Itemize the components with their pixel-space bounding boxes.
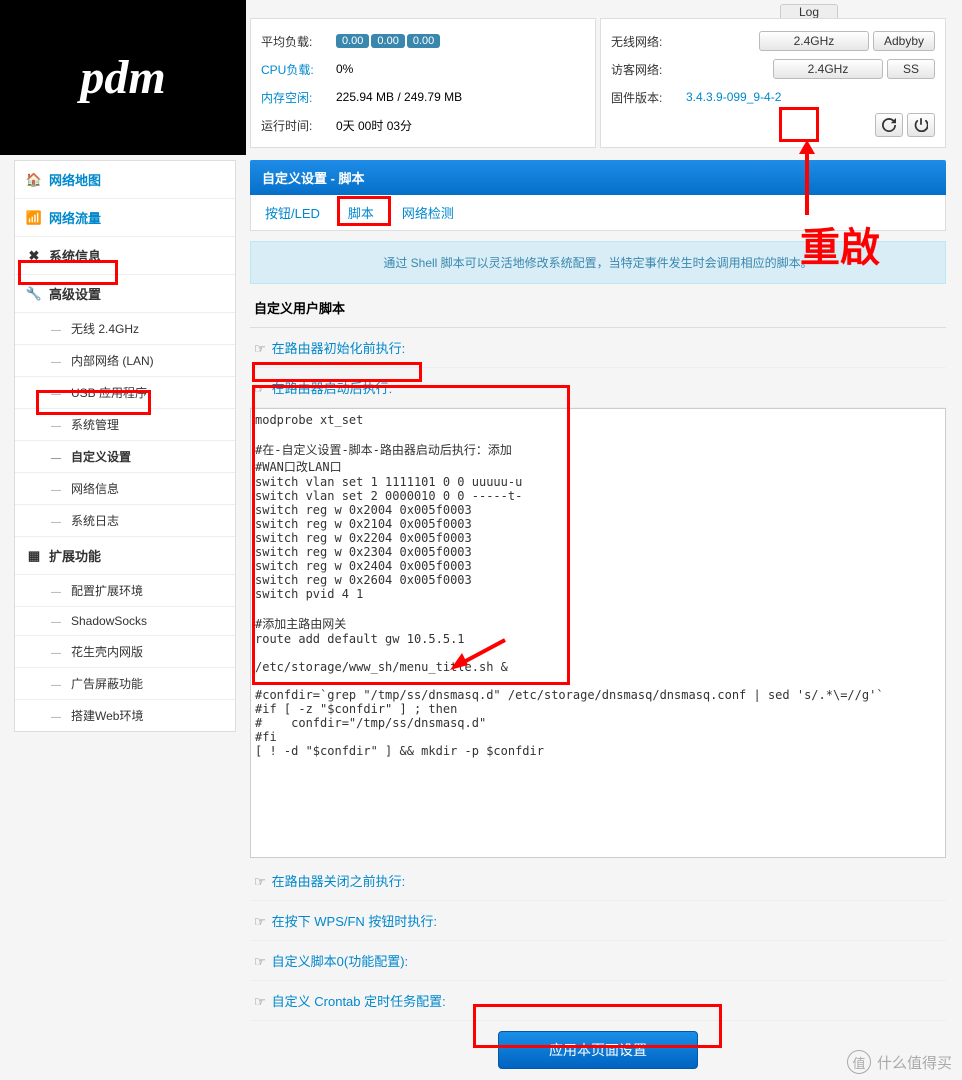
watermark-badge: 值	[847, 1050, 871, 1074]
nav-net-info[interactable]: 网络信息	[15, 472, 235, 504]
acc-init[interactable]: ☞在路由器初始化前执行:	[250, 328, 946, 368]
acc-crontab[interactable]: ☞自定义 Crontab 定时任务配置:	[250, 981, 946, 1021]
nav-sys-admin[interactable]: 系统管理	[15, 408, 235, 440]
power-button[interactable]	[907, 113, 935, 137]
cpu-load-label[interactable]: CPU负载:	[261, 61, 336, 78]
nav-usb[interactable]: USB 应用程序	[15, 376, 235, 408]
system-status-card: 平均负载: 0.00 0.00 0.00 CPU负载:0% 内存空闲:225.9…	[250, 18, 596, 148]
wireless-24ghz-button[interactable]: 2.4GHz	[759, 31, 869, 51]
power-icon	[914, 118, 928, 132]
mem-free-value: 225.94 MB / 249.79 MB	[336, 90, 462, 104]
guest-label: 访客网络:	[611, 61, 686, 78]
nav-shadowsocks[interactable]: ShadowSocks	[15, 606, 235, 635]
shuffle-icon: ✖	[25, 248, 43, 264]
grid-icon: ▦	[25, 548, 43, 564]
nav-lan[interactable]: 内部网络 (LAN)	[15, 344, 235, 376]
refresh-button[interactable]	[875, 113, 903, 137]
watermark: 值 什么值得买	[847, 1050, 952, 1074]
section-header: 自定义用户脚本	[250, 284, 946, 328]
nav-syslog[interactable]: 系统日志	[15, 504, 235, 536]
main-content: 自定义设置 - 脚本 按钮/LED 脚本 网络检测 通过 Shell 脚本可以灵…	[250, 160, 946, 1069]
ss-button[interactable]: SS	[887, 59, 935, 79]
firmware-version[interactable]: 3.4.3.9-099_9-4-2	[686, 90, 781, 104]
nav-adblock[interactable]: 广告屏蔽功能	[15, 667, 235, 699]
avg-load-label: 平均负载:	[261, 33, 336, 50]
adbyby-button[interactable]: Adbyby	[873, 31, 935, 51]
nav-oray[interactable]: 花生壳内网版	[15, 635, 235, 667]
watermark-text: 什么值得买	[877, 1052, 952, 1073]
tab-button-led[interactable]: 按钮/LED	[251, 195, 334, 230]
hand-icon: ☞	[254, 914, 266, 929]
hand-icon: ☞	[254, 954, 266, 969]
cpu-load-value: 0%	[336, 62, 353, 76]
load-badge-2: 0.00	[371, 34, 404, 48]
nav-extensions[interactable]: ▦扩展功能	[15, 536, 235, 574]
logo: pdm	[80, 50, 165, 105]
nav-wireless-24[interactable]: 无线 2.4GHz	[15, 312, 235, 344]
sidebar: 🏠网络地图 📶网络流量 ✖系统信息 🔧高级设置 无线 2.4GHz 内部网络 (…	[14, 160, 236, 732]
nav-custom-settings[interactable]: 自定义设置	[15, 440, 235, 472]
nav-web-env[interactable]: 搭建Web环境	[15, 699, 235, 731]
guest-24ghz-button[interactable]: 2.4GHz	[773, 59, 883, 79]
acc-wps[interactable]: ☞在按下 WPS/FN 按钮时执行:	[250, 901, 946, 941]
hand-icon: ☞	[254, 874, 266, 889]
tab-net-check[interactable]: 网络检测	[388, 195, 468, 230]
home-icon: 🏠	[25, 172, 43, 188]
hand-icon: ☞	[254, 381, 266, 396]
script-textarea[interactable]	[250, 408, 946, 858]
network-status-card: 无线网络: 2.4GHz Adbyby 访客网络: 2.4GHz SS 固件版本…	[600, 18, 946, 148]
annotation-restart: 重啟	[800, 215, 880, 273]
nav-network-map[interactable]: 🏠网络地图	[15, 161, 235, 198]
wrench-icon: 🔧	[25, 286, 43, 302]
hand-icon: ☞	[254, 341, 266, 356]
page-title: 自定义设置 - 脚本	[250, 160, 946, 195]
firmware-label: 固件版本:	[611, 89, 686, 106]
acc-shutdown[interactable]: ☞在路由器关闭之前执行:	[250, 861, 946, 901]
load-badge-3: 0.00	[407, 34, 440, 48]
nav-sysinfo[interactable]: ✖系统信息	[15, 236, 235, 274]
uptime-value: 0天 00时 03分	[336, 117, 412, 134]
traffic-icon: 📶	[25, 210, 43, 226]
tab-script[interactable]: 脚本	[334, 195, 388, 230]
hand-icon: ☞	[254, 994, 266, 1009]
nav-advanced[interactable]: 🔧高级设置	[15, 274, 235, 312]
mem-free-label[interactable]: 内存空闲:	[261, 89, 336, 106]
refresh-icon	[882, 118, 896, 132]
nav-ext-env[interactable]: 配置扩展环境	[15, 574, 235, 606]
apply-button[interactable]: 应用本页面设置	[498, 1031, 698, 1069]
wireless-label: 无线网络:	[611, 33, 686, 50]
acc-script0[interactable]: ☞自定义脚本0(功能配置):	[250, 941, 946, 981]
uptime-label: 运行时间:	[261, 117, 336, 134]
nav-traffic[interactable]: 📶网络流量	[15, 198, 235, 236]
load-badge-1: 0.00	[336, 34, 369, 48]
acc-started[interactable]: ☞在路由器启动后执行:	[250, 368, 946, 408]
